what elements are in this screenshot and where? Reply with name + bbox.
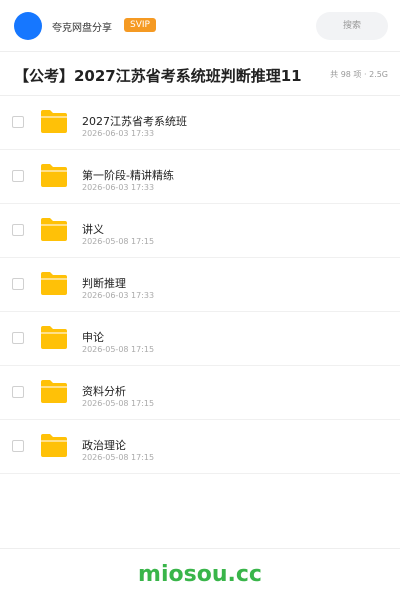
list-item[interactable]: 讲义 2026-05-08 17:15 bbox=[0, 204, 400, 258]
folder-icon bbox=[41, 218, 67, 241]
item-name: 判断推理 bbox=[82, 277, 126, 290]
item-name: 第一阶段-精讲精练 bbox=[82, 169, 174, 182]
app-name: 夸克网盘分享 bbox=[52, 23, 112, 34]
folder-icon bbox=[41, 326, 67, 349]
folder-header: 【公考】2027江苏省考系统班判断推理11 共 98 项 · 2.5G bbox=[0, 52, 400, 96]
item-name: 政治理论 bbox=[82, 439, 126, 452]
select-checkbox[interactable] bbox=[12, 332, 24, 344]
avatar[interactable] bbox=[14, 12, 42, 40]
divider bbox=[0, 548, 400, 549]
item-date: 2026-05-08 17:15 bbox=[82, 237, 155, 246]
item-date: 2026-05-08 17:15 bbox=[82, 345, 155, 354]
list-item[interactable]: 资料分析 2026-05-08 17:15 bbox=[0, 366, 400, 420]
item-name: 讲义 bbox=[82, 223, 104, 236]
list-item[interactable]: 政治理论 2026-05-08 17:15 bbox=[0, 420, 400, 474]
page-title: 【公考】2027江苏省考系统班判断推理11 bbox=[14, 67, 302, 85]
select-checkbox[interactable] bbox=[12, 116, 24, 128]
select-checkbox[interactable] bbox=[12, 386, 24, 398]
select-checkbox[interactable] bbox=[12, 440, 24, 452]
item-date: 2026-06-03 17:33 bbox=[82, 291, 155, 300]
svip-badge: SVIP bbox=[124, 18, 156, 32]
item-name: 2027江苏省考系统班 bbox=[82, 115, 187, 128]
list-item[interactable]: 判断推理 2026-06-03 17:33 bbox=[0, 258, 400, 312]
list-item[interactable]: 申论 2026-05-08 17:15 bbox=[0, 312, 400, 366]
folder-icon bbox=[41, 434, 67, 457]
folder-meta: 共 98 项 · 2.5G bbox=[330, 70, 388, 79]
folder-icon bbox=[41, 164, 67, 187]
top-bar: 夸克网盘分享 SVIP 搜索 bbox=[0, 0, 400, 52]
folder-icon bbox=[41, 110, 67, 133]
select-checkbox[interactable] bbox=[12, 170, 24, 182]
item-date: 2026-06-03 17:33 bbox=[82, 129, 155, 138]
item-date: 2026-05-08 17:15 bbox=[82, 399, 155, 408]
folder-icon bbox=[41, 380, 67, 403]
folder-icon bbox=[41, 272, 67, 295]
item-name: 申论 bbox=[82, 331, 104, 344]
select-checkbox[interactable] bbox=[12, 278, 24, 290]
item-date: 2026-06-03 17:33 bbox=[82, 183, 155, 192]
list-item[interactable]: 第一阶段-精讲精练 2026-06-03 17:33 bbox=[0, 150, 400, 204]
watermark: miosou.cc bbox=[138, 562, 262, 587]
file-list: 2027江苏省考系统班 2026-06-03 17:33 第一阶段-精讲精练 2… bbox=[0, 96, 400, 474]
item-date: 2026-05-08 17:15 bbox=[82, 453, 155, 462]
search-input[interactable]: 搜索 bbox=[316, 12, 388, 40]
select-checkbox[interactable] bbox=[12, 224, 24, 236]
item-name: 资料分析 bbox=[82, 385, 126, 398]
list-item[interactable]: 2027江苏省考系统班 2026-06-03 17:33 bbox=[0, 96, 400, 150]
